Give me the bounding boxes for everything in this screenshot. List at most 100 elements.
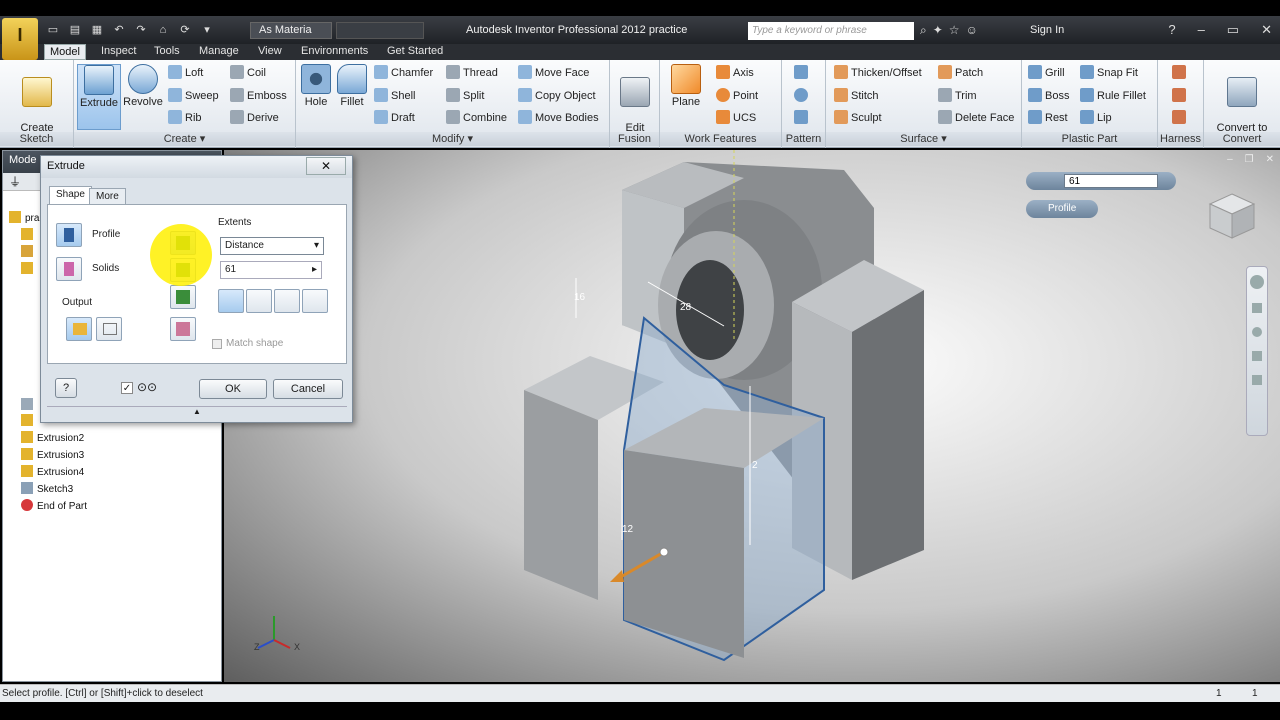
circular-pattern-button[interactable] (794, 87, 811, 105)
help-button[interactable]: ? (55, 378, 77, 398)
new-solid-button[interactable] (170, 317, 196, 341)
drag-handle[interactable] (659, 547, 669, 557)
look-at-icon[interactable] (1252, 375, 1262, 385)
copy-object-button[interactable]: Copy Object (518, 87, 596, 105)
trim-button[interactable]: Trim (938, 87, 977, 105)
tree-item-folder-2[interactable] (9, 245, 37, 258)
minimize-icon[interactable]: – (1198, 22, 1205, 38)
boss-button[interactable]: Boss (1028, 87, 1069, 105)
direction-2-button[interactable] (246, 289, 272, 313)
dialog-titlebar[interactable]: Extrude ✕ (41, 156, 352, 178)
tab-tools[interactable]: Tools (149, 44, 185, 60)
select-icon[interactable]: ▾ (198, 22, 216, 38)
home-icon[interactable]: ⌂ (154, 22, 172, 38)
intersect-button[interactable] (170, 285, 196, 309)
profile-select-button[interactable] (56, 223, 82, 247)
model-canvas[interactable]: 16 28 2 12 Z X (224, 150, 1280, 682)
open-icon[interactable]: ▤ (66, 22, 84, 38)
tree-item-sketch3[interactable]: Sketch3 (9, 482, 73, 495)
chamfer-button[interactable]: Chamfer (374, 64, 433, 82)
dim-label-16[interactable]: 16 (574, 292, 586, 303)
coil-button[interactable]: Coil (230, 64, 266, 82)
tree-item-extrusion4[interactable]: Extrusion4 (9, 465, 84, 478)
output-solid-button[interactable] (66, 317, 92, 341)
star-icon[interactable]: ☆ (949, 23, 960, 38)
steering-wheel-icon[interactable] (1250, 275, 1264, 289)
move-bodies-button[interactable]: Move Bodies (518, 109, 599, 127)
create-panel-label[interactable]: Create ▾ (74, 132, 295, 146)
solids-select-button[interactable] (56, 257, 82, 281)
move-face-button[interactable]: Move Face (518, 64, 589, 82)
fillet-button[interactable]: Fillet (336, 64, 368, 109)
shell-button[interactable]: Shell (374, 87, 415, 105)
revolve-button[interactable]: Revolve (122, 64, 164, 109)
tab-model[interactable]: Model (44, 44, 86, 60)
redo-icon[interactable]: ↷ (132, 22, 150, 38)
close-icon[interactable]: ✕ (1266, 154, 1274, 165)
snap-fit-button[interactable]: Snap Fit (1080, 64, 1138, 82)
extrude-button[interactable]: Extrude (77, 64, 121, 130)
pan-icon[interactable] (1252, 303, 1262, 313)
draft-button[interactable]: Draft (374, 109, 415, 127)
harness-button-1[interactable] (1172, 64, 1189, 82)
tab-environments[interactable]: Environments (296, 44, 373, 60)
sculpt-button[interactable]: Sculpt (834, 109, 882, 127)
point-button[interactable]: Point (716, 87, 758, 105)
close-icon[interactable]: ✕ (1261, 22, 1272, 38)
graphics-window[interactable]: 16 28 2 12 Z X – ❐ ✕ P (224, 150, 1280, 682)
maximize-icon[interactable]: ▭ (1227, 22, 1239, 38)
tree-item-sketch[interactable] (9, 398, 37, 411)
modify-panel-label[interactable]: Modify ▾ (296, 132, 609, 146)
dim-label-12[interactable]: 12 (622, 524, 634, 535)
save-icon[interactable]: ▦ (88, 22, 106, 38)
sign-in-link[interactable]: Sign In (1030, 24, 1064, 36)
filter-icon[interactable]: ⏚ (9, 175, 21, 189)
grill-button[interactable]: Grill (1028, 64, 1065, 82)
expand-dialog-arrow[interactable]: ▲ (47, 406, 347, 416)
axis-button[interactable]: Axis (716, 64, 754, 82)
undo-icon[interactable]: ↶ (110, 22, 128, 38)
appearance-dropdown[interactable] (336, 22, 424, 39)
rule-fillet-button[interactable]: Rule Fillet (1080, 87, 1146, 105)
asymmetric-button[interactable] (302, 289, 328, 313)
profile-selector[interactable]: Profile (1026, 200, 1098, 218)
harness-button-2[interactable] (1172, 87, 1189, 105)
loft-button[interactable]: Loft (168, 64, 203, 82)
surface-panel-label[interactable]: Surface ▾ (826, 132, 1021, 146)
tree-item-folder-1[interactable] (9, 228, 37, 241)
tab-shape[interactable]: Shape (49, 186, 92, 204)
restore-icon[interactable]: ❐ (1245, 154, 1254, 165)
help-icon[interactable]: ? (1168, 22, 1175, 38)
tree-item-part[interactable]: pra (9, 211, 39, 224)
tree-item-extrusion1[interactable] (9, 414, 37, 427)
viewcube[interactable] (1206, 190, 1258, 242)
rectangular-pattern-button[interactable] (794, 64, 811, 82)
tools-icon[interactable]: ✦ (933, 23, 943, 38)
emboss-button[interactable]: Emboss (230, 87, 287, 105)
lip-button[interactable]: Lip (1080, 109, 1112, 127)
output-surface-button[interactable] (96, 317, 122, 341)
tab-inspect[interactable]: Inspect (96, 44, 141, 60)
application-menu-button[interactable]: I (2, 18, 38, 60)
symmetric-button[interactable] (274, 289, 300, 313)
dim-label-28[interactable]: 28 (680, 302, 692, 313)
derive-button[interactable]: Derive (230, 109, 279, 127)
ucs-button[interactable]: UCS (716, 109, 756, 127)
user-icon[interactable]: ☺ (966, 23, 978, 38)
stitch-button[interactable]: Stitch (834, 87, 879, 105)
split-button[interactable]: Split (446, 87, 484, 105)
direction-1-button[interactable] (218, 289, 244, 313)
plane-button[interactable]: Plane (666, 64, 706, 109)
new-icon[interactable]: ▭ (44, 22, 62, 38)
search-input[interactable]: Type a keyword or phrase (748, 22, 914, 40)
material-dropdown[interactable]: As Materia (250, 22, 332, 39)
tree-item-extrusion2[interactable]: Extrusion2 (9, 431, 84, 444)
update-icon[interactable]: ⟳ (176, 22, 194, 38)
tree-item-end-of-part[interactable]: End of Part (9, 499, 87, 512)
tab-get-started[interactable]: Get Started (382, 44, 448, 60)
orbit-icon[interactable] (1252, 351, 1262, 361)
tab-manage[interactable]: Manage (194, 44, 244, 60)
mini-toolbar-value[interactable] (1026, 172, 1176, 190)
tab-more[interactable]: More (89, 188, 126, 204)
cancel-button[interactable]: Cancel (273, 379, 343, 399)
